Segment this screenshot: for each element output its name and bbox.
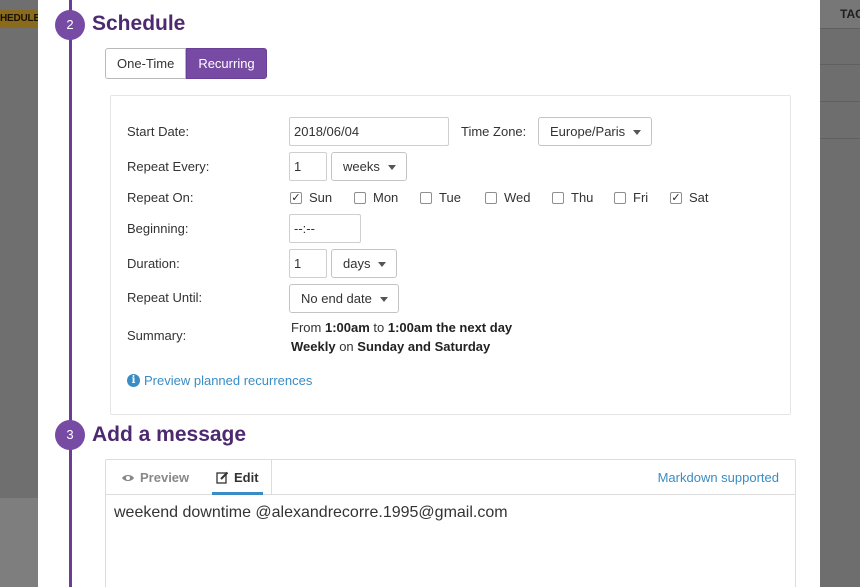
time-zone-value: Europe/Paris [550, 124, 626, 139]
duration-label: Duration: [127, 256, 180, 271]
start-date-label: Start Date: [127, 124, 190, 139]
repeat-until-value: No end date [301, 291, 372, 306]
summary-text: on [339, 339, 354, 354]
recurring-button[interactable]: Recurring [186, 48, 267, 79]
tab-edit[interactable]: Edit [212, 460, 263, 495]
repeat-every-input[interactable]: 1 [289, 152, 327, 181]
repeat-on-label: Repeat On: [127, 190, 194, 205]
day-checkbox-sat[interactable]: ✓ Sat [670, 190, 709, 205]
step-number-badge: 3 [55, 420, 85, 450]
background-column-header: TAG [820, 0, 860, 28]
repeat-every-label: Repeat Every: [127, 159, 210, 174]
one-time-button[interactable]: One-Time [105, 48, 187, 79]
duration-unit-value: days [343, 256, 371, 271]
summary-frequency: Weekly [291, 339, 336, 354]
tab-preview[interactable]: Preview [121, 460, 189, 495]
checkbox-unchecked-icon [354, 191, 366, 204]
checkbox-unchecked-icon [614, 191, 626, 204]
day-label: Wed [504, 190, 531, 205]
summary-text: From [291, 320, 322, 335]
repeat-unit-select[interactable]: weeks [331, 152, 407, 181]
day-checkbox-mon[interactable]: Mon [354, 190, 420, 205]
day-checkbox-thu[interactable]: Thu [552, 190, 614, 205]
background-divider [820, 138, 860, 139]
day-label: Sun [309, 190, 333, 205]
chevron-down-icon [633, 129, 642, 135]
repeat-until-label: Repeat Until: [127, 290, 203, 305]
time-zone-label: Time Zone: [461, 124, 527, 139]
day-checkbox-sun[interactable]: ✓ Sun [290, 190, 354, 205]
day-checkbox-tue[interactable]: Tue [420, 190, 485, 205]
chevron-down-icon [387, 164, 396, 170]
preview-recurrences-label: Preview planned recurrences [144, 373, 313, 388]
day-label: Mon [373, 190, 399, 205]
duration-unit-select[interactable]: days [331, 249, 398, 278]
summary-start-time: 1:00am [324, 320, 370, 335]
background-divider [820, 64, 860, 65]
message-textarea[interactable]: weekend downtime @alexandrecorre.1995@gm… [114, 504, 508, 522]
background-divider [820, 101, 860, 102]
repeat-until-select[interactable]: No end date [289, 284, 399, 313]
downtime-modal: 2 Schedule One-Time Recurring Start Date… [38, 0, 820, 587]
summary-text: to [373, 320, 385, 335]
beginning-label: Beginning: [127, 221, 189, 236]
background-badge: HEDULE [0, 10, 40, 28]
checkbox-checked-icon: ✓ [290, 191, 302, 204]
day-label: Fri [633, 190, 649, 205]
edit-icon [216, 471, 229, 484]
background-divider [820, 28, 860, 29]
step-title-schedule: Schedule [92, 12, 186, 35]
step-number-badge: 2 [55, 10, 85, 40]
repeat-unit-value: weeks [343, 159, 380, 174]
schedule-type-toggle: One-Time Recurring [105, 48, 267, 79]
beginning-time-input[interactable]: --:-- [289, 214, 361, 243]
day-label: Tue [439, 190, 461, 205]
tab-preview-label: Preview [140, 470, 190, 485]
day-checkbox-wed[interactable]: Wed [485, 190, 552, 205]
checkbox-unchecked-icon [552, 191, 564, 204]
info-icon: i [127, 374, 140, 387]
message-editor: Preview Edit Markdown supported weekend … [105, 459, 796, 587]
tab-divider [271, 460, 272, 495]
summary-label: Summary: [127, 328, 187, 343]
summary-days: Sunday and Saturday [357, 339, 491, 354]
duration-input[interactable]: 1 [289, 249, 327, 278]
summary-line-time: From 1:00am to 1:00am the next day [291, 318, 512, 337]
step-timeline [69, 0, 72, 587]
checkbox-unchecked-icon [420, 191, 432, 204]
day-label: Thu [571, 190, 594, 205]
chevron-down-icon [379, 296, 388, 302]
background-right-panel [820, 0, 860, 587]
background-left-bottom [0, 498, 40, 587]
repeat-on-days: ✓ Sun Mon Tue Wed Thu Fri ✓ Sat [290, 190, 709, 205]
checkbox-checked-icon: ✓ [670, 191, 682, 204]
time-zone-select[interactable]: Europe/Paris [538, 117, 653, 146]
eye-icon [122, 474, 134, 481]
chevron-down-icon [378, 261, 387, 267]
start-date-input[interactable]: 2018/06/04 [289, 117, 449, 146]
day-checkbox-fri[interactable]: Fri [614, 190, 670, 205]
summary-end-time: 1:00am the next day [387, 320, 513, 335]
day-label: Sat [689, 190, 709, 205]
summary-line-recurrence: Weekly on Sunday and Saturday [291, 337, 512, 356]
step-title-message: Add a message [92, 423, 247, 446]
markdown-supported-link[interactable]: Markdown supported [658, 460, 779, 495]
preview-recurrences-link[interactable]: i Preview planned recurrences [127, 373, 312, 388]
schedule-panel: Start Date: 2018/06/04 Time Zone: Europe… [110, 95, 791, 415]
schedule-summary: From 1:00am to 1:00am the next day Weekl… [291, 318, 512, 356]
tab-edit-label: Edit [234, 470, 259, 485]
checkbox-unchecked-icon [485, 191, 497, 204]
editor-toolbar: Preview Edit Markdown supported [106, 460, 795, 495]
